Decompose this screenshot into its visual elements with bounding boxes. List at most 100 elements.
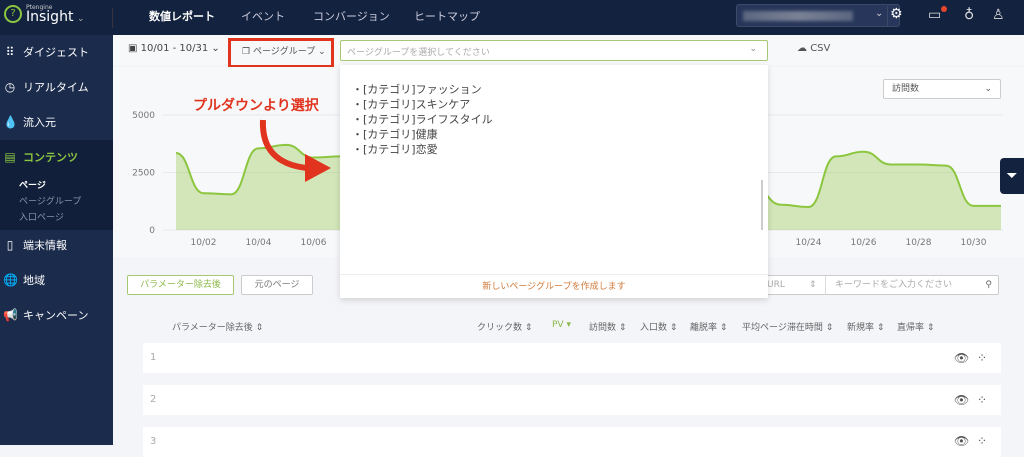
x-tick-label: 10/24	[796, 238, 822, 248]
x-tick-label: 10/04	[246, 238, 272, 248]
chat-icon[interactable]: ▭	[928, 7, 941, 23]
scatter-icon[interactable]: ⁘	[977, 393, 987, 407]
eye-icon[interactable]: 👁	[954, 393, 969, 407]
csv-download-button[interactable]: ☁ CSV	[797, 43, 830, 54]
project-select[interactable]: ⌄ ⚙	[736, 4, 903, 27]
col-header[interactable]: パラメーター除去後 ⇕	[172, 320, 263, 333]
label: 流入元	[23, 116, 56, 129]
updown-icon: ⇕	[809, 280, 817, 290]
label: 離脱率	[690, 323, 718, 333]
annotation-text: プルダウンより選択	[193, 98, 319, 114]
filter-button[interactable]: ⏷	[1000, 158, 1024, 194]
sidebar-item-region[interactable]: 🌐 地域	[0, 263, 113, 297]
drop-icon: 💧	[3, 115, 18, 129]
dropdown-item[interactable]: ・[カテゴリ]ファッション	[352, 81, 482, 97]
content-icon: ▤	[4, 150, 16, 164]
nav-heatmap[interactable]: ヒートマップ	[414, 0, 480, 35]
placeholder: ページグループを選択してください	[347, 48, 490, 58]
row-number: 1	[150, 352, 157, 363]
col-header[interactable]: クリック数 ⇕	[477, 320, 532, 333]
sidebar-sub-page[interactable]: ページ	[19, 178, 46, 191]
date-range-picker[interactable]: ▣ 10/01 - 10/31 ⌄	[128, 43, 220, 54]
col-header[interactable]: 新規率 ⇕	[847, 320, 884, 333]
y-tick-label: 5000	[132, 111, 155, 121]
nav-report[interactable]: 数値レポート	[149, 0, 215, 35]
lightbulb-icon[interactable]: ♁	[964, 7, 974, 23]
clock-icon: ◷	[4, 80, 16, 94]
notification-dot	[941, 6, 947, 12]
bulb-logo-icon: ?	[4, 5, 22, 23]
sidebar: ⠿ ダイジェスト ◷ リアルタイム 💧 流入元 ▤ コンテンツ ページ ページグループ …	[0, 35, 113, 445]
label: 地域	[23, 274, 45, 287]
chevron-down-icon: ⌄	[749, 44, 757, 54]
x-tick-label: 10/30	[961, 238, 987, 248]
eye-icon[interactable]: 👁	[954, 434, 969, 448]
col-header[interactable]: 入口数 ⇕	[640, 320, 677, 333]
toggle-original-page[interactable]: 元のページ	[241, 275, 313, 295]
sidebar-item-device[interactable]: ▯ 端末情報	[0, 228, 113, 262]
project-name-blurred	[743, 11, 853, 21]
label: 端末情報	[23, 239, 67, 252]
chevron-down-icon: ⌄	[984, 84, 992, 94]
label: コンテンツ	[23, 151, 78, 164]
scrollbar[interactable]	[761, 180, 763, 230]
page-group-dropdown: ・[カテゴリ]ファッション ・[カテゴリ]スキンケア ・[カテゴリ]ライフスタイ…	[340, 65, 768, 298]
label: 訪問数	[589, 323, 617, 333]
logo-text: Insight	[26, 9, 74, 25]
dropdown-item[interactable]: ・[カテゴリ]スキンケア	[352, 96, 470, 112]
sidebar-sub-entry[interactable]: 入口ページ	[19, 210, 64, 223]
chevron-down-icon: ⌄	[76, 14, 85, 24]
chevron-down-icon: ⌄	[875, 8, 884, 19]
search-box[interactable]: URL ⇕ キーワードをご入力ください ⚲	[758, 275, 999, 295]
dropdown-item[interactable]: ・[カテゴリ]恋愛	[352, 141, 438, 157]
eye-icon[interactable]: 👁	[954, 351, 969, 365]
dropdown-item[interactable]: ・[カテゴリ]ライフスタイル	[352, 111, 493, 127]
metric-select[interactable]: 訪問数 ⌄	[883, 79, 1001, 99]
metric-label: 訪問数	[892, 84, 920, 94]
label: 新規率	[847, 323, 875, 333]
csv-label: CSV	[810, 43, 831, 54]
dropdown-item[interactable]: ・[カテゴリ]健康	[352, 126, 438, 142]
globe-icon: 🌐	[3, 273, 18, 287]
col-header[interactable]: 平均ページ滞在時間 ⇕	[742, 320, 833, 333]
cloud-download-icon: ☁	[797, 43, 807, 54]
col-header[interactable]: 訪問数 ⇕	[589, 320, 626, 333]
label: ダイジェスト	[23, 46, 89, 59]
megaphone-icon: 📢	[3, 308, 18, 322]
app-logo[interactable]: ? Ptengine Insight ⌄	[4, 4, 84, 24]
sidebar-item-source[interactable]: 💧 流入元	[0, 105, 113, 139]
user-icon[interactable]: ♙	[992, 7, 1005, 23]
highlight-box	[228, 38, 334, 68]
sidebar-item-digest[interactable]: ⠿ ダイジェスト	[0, 35, 113, 69]
col-header[interactable]: 離脱率 ⇕	[690, 320, 727, 333]
sidebar-item-realtime[interactable]: ◷ リアルタイム	[0, 70, 113, 104]
create-page-group-link[interactable]: 新しいページグループを作成します	[340, 274, 768, 298]
nav-event[interactable]: イベント	[241, 0, 285, 35]
y-tick-label: 2500	[132, 169, 155, 179]
search-icon[interactable]: ⚲	[985, 276, 992, 294]
scatter-icon[interactable]: ⁘	[977, 434, 987, 448]
table-row[interactable]	[143, 427, 1001, 457]
table-row[interactable]	[143, 385, 1001, 415]
sidebar-sub-pagegroup[interactable]: ページグループ	[19, 194, 81, 207]
calendar-icon: ▣	[128, 43, 138, 54]
sidebar-item-campaign[interactable]: 📢 キャンペーン	[0, 298, 113, 332]
col-header-sorted[interactable]: PV ▾	[552, 320, 571, 330]
label: リアルタイム	[23, 81, 89, 94]
search-input[interactable]: キーワードをご入力ください	[835, 276, 952, 294]
x-tick-label: 10/02	[191, 238, 217, 248]
gear-icon[interactable]: ⚙	[887, 6, 903, 27]
sidebar-item-content[interactable]: ▤ コンテンツ	[0, 140, 113, 174]
page-group-select[interactable]: ページグループを選択してください ⌄	[340, 40, 768, 61]
col-header[interactable]: 直帰率 ⇕	[897, 320, 934, 333]
search-type-select[interactable]: URL	[767, 276, 785, 294]
label: 平均ページ滞在時間	[742, 323, 823, 333]
label: PV	[552, 320, 564, 330]
x-tick-label: 10/06	[301, 238, 327, 248]
table-row[interactable]	[143, 343, 1001, 373]
toggle-param-removed[interactable]: パラメーター除去後	[127, 275, 234, 295]
scatter-icon[interactable]: ⁘	[977, 351, 987, 365]
y-tick-label: 0	[149, 226, 155, 236]
date-range: 10/01 - 10/31	[140, 43, 209, 54]
nav-conversion[interactable]: コンバージョン	[313, 0, 390, 35]
